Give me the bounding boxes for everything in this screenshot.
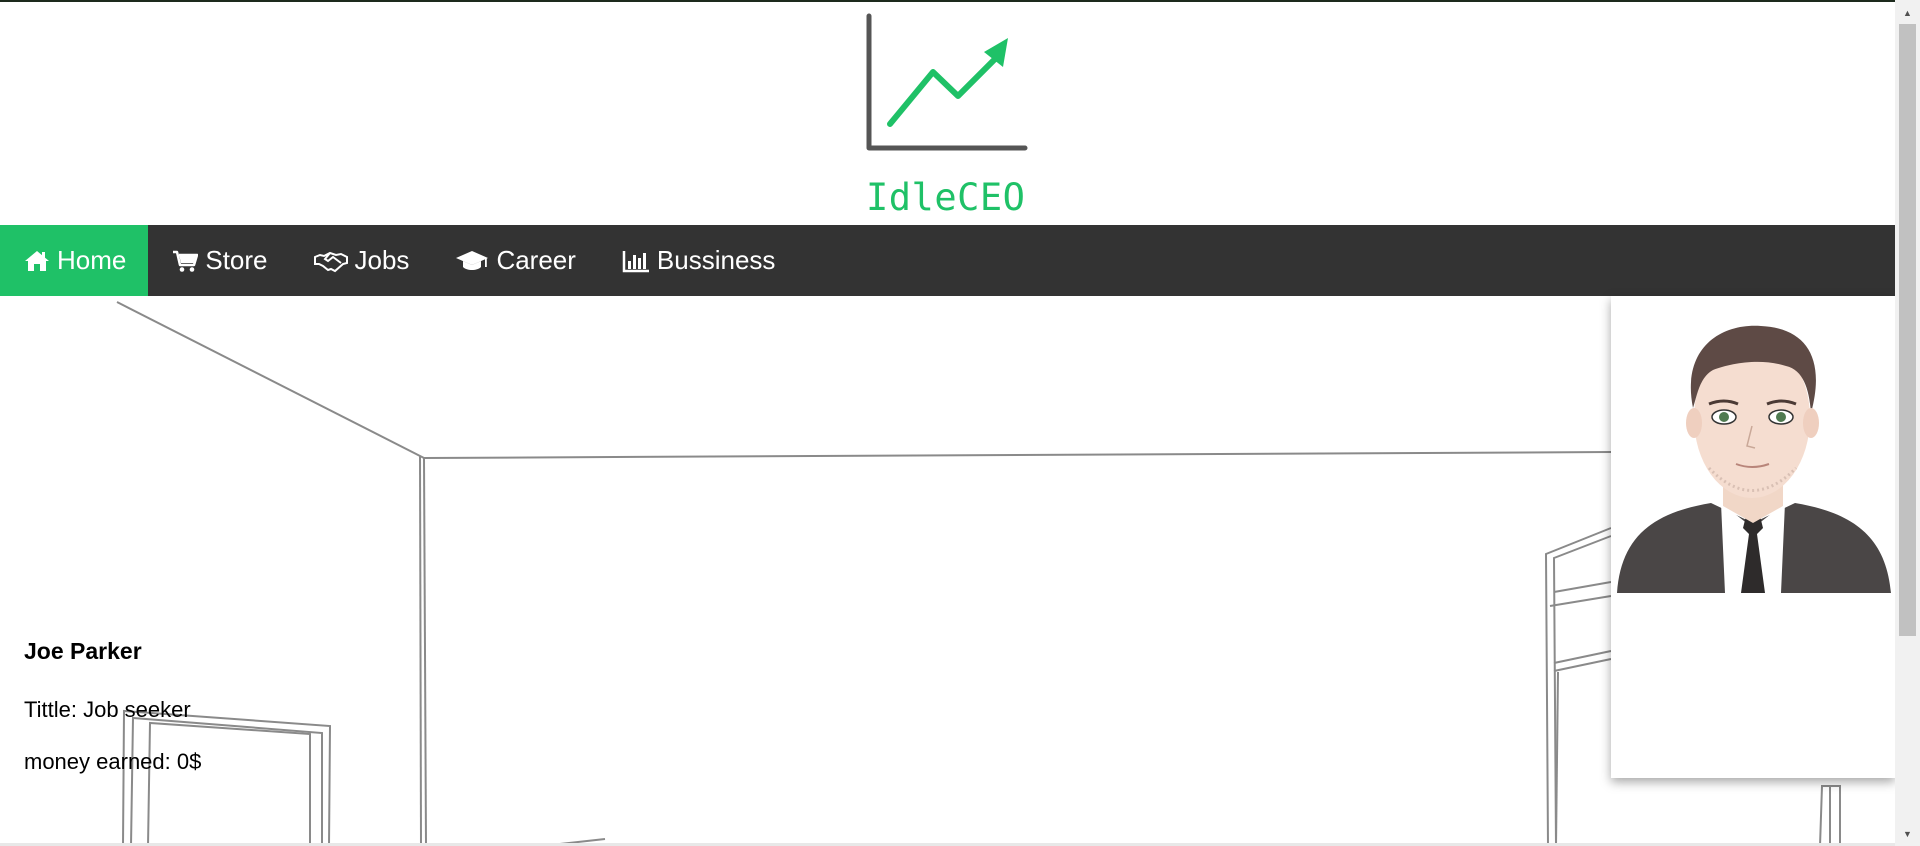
nav-store-label: Store: [205, 245, 268, 275]
graduation-cap-icon: [455, 249, 489, 273]
nav-career[interactable]: Career: [431, 225, 597, 296]
page: IdleCEO Home Store Jobs Career Bussiness…: [0, 0, 1895, 846]
logo[interactable]: IdleCEO: [860, 12, 1030, 219]
nav-home[interactable]: Home: [0, 225, 149, 296]
nav-jobs-label: Jobs: [354, 245, 410, 275]
nav-business-label: Bussiness: [656, 245, 776, 275]
rising-chart-icon: [866, 13, 1028, 151]
avatar: [1617, 325, 1891, 593]
nav-home-label: Home: [57, 245, 127, 275]
home-icon: [24, 249, 50, 273]
nav-store[interactable]: Store: [148, 225, 289, 296]
profile-card: [1611, 296, 1895, 778]
scrollbar-thumb[interactable]: [1899, 24, 1916, 636]
scroll-down-icon[interactable]: ▼: [1895, 825, 1920, 842]
profile-title: Tittle: Job seeker: [24, 697, 191, 722]
handshake-icon: [313, 249, 348, 273]
bar-chart-icon: [622, 249, 650, 273]
scroll-up-icon[interactable]: ▲: [1895, 4, 1920, 21]
nav-career-label: Career: [496, 245, 576, 275]
nav-jobs[interactable]: Jobs: [290, 225, 432, 296]
logo-text: IdleCEO: [866, 176, 1026, 219]
nav-business[interactable]: Bussiness: [598, 225, 798, 296]
cart-icon: [172, 249, 199, 273]
profile-name: Joe Parker: [24, 638, 142, 664]
vertical-scrollbar[interactable]: ▲ ▼: [1895, 0, 1920, 846]
main-navbar: Home Store Jobs Career Bussiness: [0, 225, 1895, 296]
profile-money: money earned: 0$: [24, 749, 202, 774]
top-border: [0, 0, 1895, 2]
